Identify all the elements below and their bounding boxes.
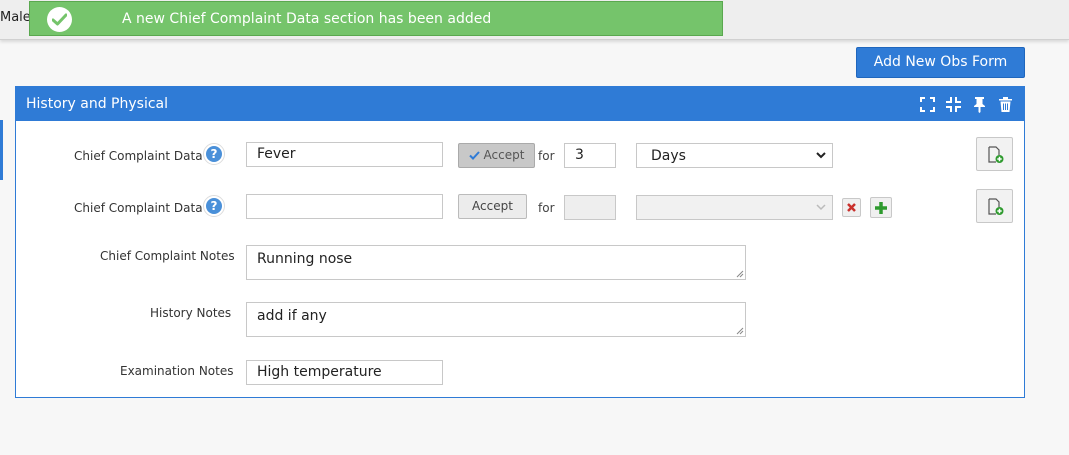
add-note-button-2[interactable] bbox=[976, 189, 1013, 223]
add-document-icon bbox=[988, 146, 1004, 163]
accept-button-2[interactable]: Accept bbox=[458, 194, 527, 219]
duration-unit-select-2[interactable] bbox=[636, 195, 833, 220]
expand-icon[interactable] bbox=[919, 96, 936, 113]
chief-complaint-input-1[interactable]: Fever bbox=[246, 142, 443, 167]
resize-grip-icon[interactable] bbox=[736, 327, 744, 335]
history-and-physical-panel: History and Physical Chief Complaint Dat… bbox=[15, 86, 1025, 398]
help-icon[interactable]: ? bbox=[203, 195, 225, 217]
chevron-down-icon bbox=[816, 152, 826, 159]
history-notes-label: History Notes bbox=[150, 306, 232, 320]
duration-unit-select-1[interactable]: Days bbox=[636, 143, 833, 168]
chief-complaint-label-1: Chief Complaint Data bbox=[74, 149, 203, 163]
history-notes-value: add if any bbox=[257, 308, 327, 324]
examination-notes-input[interactable]: High temperature bbox=[246, 360, 443, 385]
accept-label-1: Accept bbox=[483, 148, 525, 162]
add-new-obs-form-button[interactable]: Add New Obs Form bbox=[856, 47, 1025, 78]
chief-complaint-notes-label: Chief Complaint Notes bbox=[100, 249, 235, 263]
remove-complaint-button[interactable] bbox=[842, 198, 861, 217]
chevron-down-icon bbox=[816, 204, 826, 211]
add-document-icon bbox=[988, 198, 1004, 215]
help-icon[interactable]: ? bbox=[203, 143, 225, 165]
plus-icon bbox=[875, 202, 887, 214]
success-toast: A new Chief Complaint Data section has b… bbox=[29, 1, 723, 36]
resize-grip-icon[interactable] bbox=[736, 270, 744, 278]
chief-complaint-label-2: Chief Complaint Data bbox=[74, 201, 203, 215]
collapse-icon[interactable] bbox=[945, 96, 962, 113]
pin-icon[interactable] bbox=[971, 96, 988, 113]
accept-button-1[interactable]: Accept bbox=[458, 143, 535, 168]
history-notes-textarea[interactable]: add if any bbox=[246, 302, 746, 337]
add-note-button-1[interactable] bbox=[976, 137, 1013, 171]
duration-input-2[interactable] bbox=[564, 195, 616, 220]
check-icon bbox=[468, 151, 480, 160]
patient-gender: Male bbox=[0, 10, 31, 25]
toast-message: A new Chief Complaint Data section has b… bbox=[122, 11, 492, 27]
duration-unit-value-1: Days bbox=[651, 148, 686, 164]
check-circle-icon bbox=[47, 7, 72, 32]
left-edge-indicator bbox=[0, 120, 3, 180]
panel-title: History and Physical bbox=[26, 96, 168, 112]
add-complaint-button[interactable] bbox=[870, 197, 892, 218]
chief-complaint-notes-value: Running nose bbox=[257, 251, 353, 267]
panel-header: History and Physical bbox=[16, 87, 1024, 121]
close-icon bbox=[847, 203, 856, 212]
duration-input-1[interactable]: 3 bbox=[564, 143, 616, 168]
for-label-2: for bbox=[538, 201, 555, 215]
chief-complaint-input-2[interactable] bbox=[246, 194, 443, 219]
chief-complaint-notes-textarea[interactable]: Running nose bbox=[246, 245, 746, 280]
for-label-1: for bbox=[538, 149, 555, 163]
trash-icon[interactable] bbox=[997, 96, 1014, 113]
examination-notes-label: Examination Notes bbox=[120, 364, 234, 378]
